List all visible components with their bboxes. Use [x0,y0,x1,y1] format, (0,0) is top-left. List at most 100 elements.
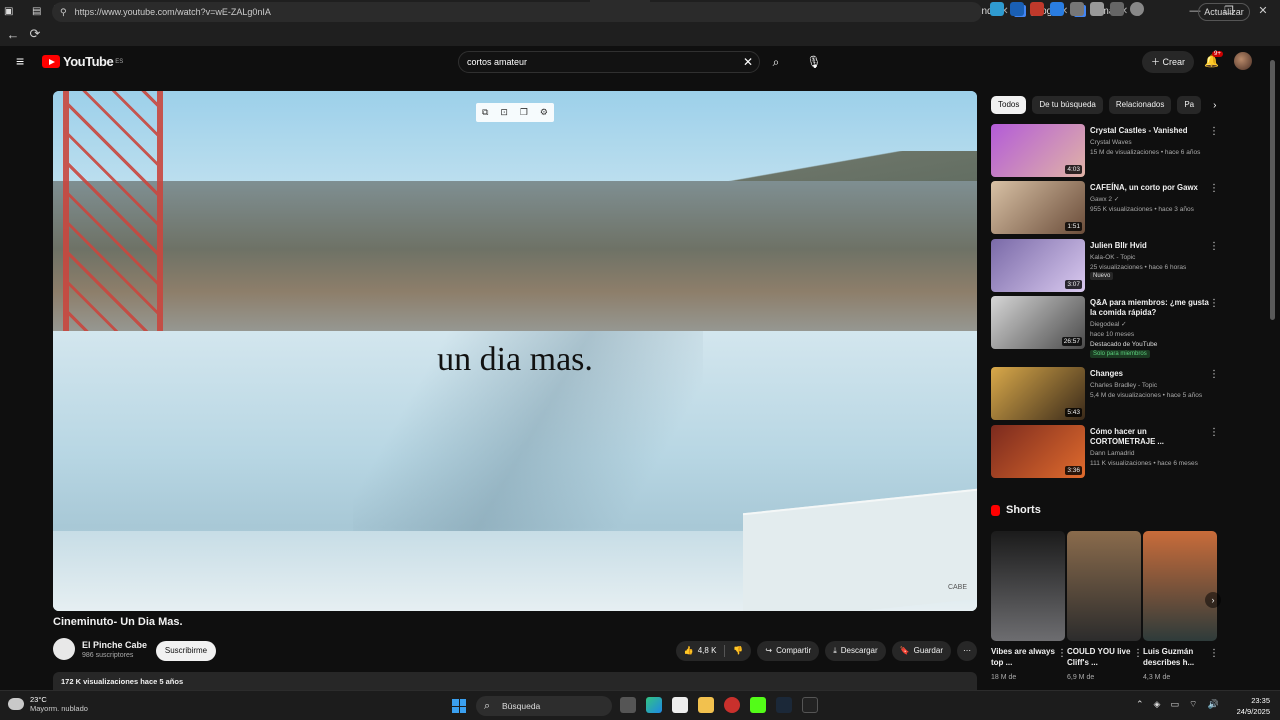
save-button[interactable]: 🔖 Guardar [891,641,951,661]
short-title[interactable]: Luis Guzmán describes h... [1143,646,1209,668]
chevron-right-icon[interactable]: › [1213,100,1216,111]
video-thumbnail[interactable]: 3:36 [991,425,1085,478]
file-explorer-icon[interactable] [698,697,714,713]
windows-start-icon[interactable] [452,699,466,713]
back-button[interactable]: ← [2,27,24,42]
app-icon[interactable] [802,697,818,713]
more-options-icon[interactable]: ⋮ [1209,241,1219,252]
chrome-icon[interactable] [724,697,740,713]
edge-icon[interactable] [646,697,662,713]
recommended-channel[interactable]: Dann Lamadrid [1090,449,1134,459]
more-options-icon[interactable]: ⋮ [1209,427,1219,438]
tab-actions-icon[interactable]: ▤ [28,0,50,22]
extension-icon[interactable] [1030,2,1044,16]
extension-icon[interactable] [990,2,1004,16]
workspaces-icon[interactable]: ▣ [0,0,28,22]
weather-widget[interactable]: 23°C Mayorm. nublado [8,695,88,713]
recommended-video-title[interactable]: Cómo hacer un CORTOMETRAJE ... [1090,427,1210,447]
profile-icon[interactable] [1130,2,1144,16]
more-options-icon[interactable]: ⋮ [1209,183,1219,194]
task-view-icon[interactable] [620,697,636,713]
search-input[interactable]: cortos amateur ✕ [458,51,760,73]
more-options-icon[interactable]: ⋮ [1057,648,1067,659]
url-field[interactable]: ⚲ https://www.youtube.com/watch?v=wE-ZAL… [52,2,982,22]
recommended-video-title[interactable]: Julien Bllr Hvid [1090,241,1210,251]
app-icon[interactable] [750,697,766,713]
chip-todos[interactable]: Todos [991,96,1027,114]
download-button[interactable]: ⤓ Descargar [825,641,886,661]
recommended-video-title[interactable]: Q&A para miembros: ¿me gusta la comida r… [1090,298,1210,318]
short-title[interactable]: COULD YOU live Cliff's ... [1067,646,1133,668]
more-options-icon[interactable]: ⋮ [1209,648,1219,659]
chip-partial[interactable]: Pa [1177,96,1202,114]
more-actions-button[interactable]: ⋯ [957,641,977,661]
picture-in-picture-icon[interactable]: ⧉ [482,107,488,118]
recommended-channel[interactable]: Charles Bradley - Topic [1090,381,1157,391]
short-thumbnail[interactable] [991,531,1065,641]
video-thumbnail[interactable]: 5:43 [991,367,1085,420]
copy-icon[interactable]: ❐ [520,107,528,118]
recommended-channel[interactable]: Gawx 2 ✓ [1090,195,1119,205]
more-options-icon[interactable]: ⋮ [1209,369,1219,380]
chip-relacionados[interactable]: Relacionados [1108,96,1172,114]
recommended-video-title[interactable]: Crystal Castles - Vanished [1090,126,1210,136]
more-options-icon[interactable]: ⋮ [1209,126,1219,137]
shorts-next-button[interactable]: › [1205,592,1221,608]
recommended-channel[interactable]: Kala-OK - Topic [1090,253,1135,263]
video-thumbnail[interactable]: 26:57 [991,296,1085,349]
create-button[interactable]: ＋ Crear [1142,51,1194,73]
puzzle-icon[interactable] [1090,2,1104,16]
channel-name[interactable]: El Pinche Cabe [82,640,147,650]
close-window-button[interactable]: ✕ [1246,0,1280,22]
recommended-video[interactable]: 26:57 Q&A para miembros: ¿me gusta la com… [991,296,1221,358]
steam-icon[interactable] [776,697,792,713]
like-button[interactable]: 👍 4,8 K 👎 [675,641,752,661]
app-tray-icon[interactable]: ◈ [1154,699,1161,710]
video-player[interactable]: un dia mas. ⧉ ⊡ ❐ ⚙ CABE [53,91,977,611]
short-thumbnail[interactable] [1143,531,1217,641]
channel-avatar[interactable] [53,638,75,660]
scrollbar-thumb[interactable] [1270,60,1275,320]
recommended-video[interactable]: 3:07 Julien Bllr Hvid Kala-OK - Topic 25 vi… [991,239,1221,293]
settings-icon[interactable]: ⚙ [540,107,548,118]
recommended-video-title[interactable]: CAFEÍNA, un corto por Gawx [1090,183,1210,193]
extension-icon[interactable] [1050,2,1064,16]
recommended-video[interactable]: 3:36 Cómo hacer un CORTOMETRAJE ... Dann L… [991,425,1221,479]
search-icon[interactable]: ⌕ [762,51,790,73]
short-title[interactable]: Vibes are always top ... [991,646,1057,668]
volume-icon[interactable]: 🔊 [1207,699,1218,710]
subscribe-button[interactable]: Suscribirme [156,641,216,661]
recommended-channel[interactable]: Diegodeal ✓ [1090,320,1127,330]
dislike-button[interactable]: 👎 [733,641,743,661]
recommended-video[interactable]: 1:51 CAFEÍNA, un corto por Gawx Gawx 2 ✓ 95… [991,181,1221,235]
reload-button[interactable]: ⟳ [24,26,46,42]
network-icon[interactable]: ▭ [1170,699,1179,710]
recommended-channel[interactable]: Crystal Waves [1090,138,1132,148]
short-thumbnail[interactable] [1067,531,1141,641]
popout-icon[interactable]: ⊡ [500,107,508,118]
chevron-up-icon[interactable]: ⌃ [1136,699,1144,710]
menu-icon[interactable]: ≡ [16,54,30,68]
video-thumbnail[interactable]: 1:51 [991,181,1085,234]
description-box[interactable]: 172 K visualizaciones hace 5 años [53,672,977,690]
avatar[interactable] [1234,52,1252,70]
wifi-icon[interactable]: ⌔ [1189,699,1197,710]
favorites-icon[interactable] [1110,2,1124,16]
store-icon[interactable] [672,697,688,713]
microphone-icon[interactable]: 🎙 [802,51,826,73]
more-options-icon[interactable]: ⋮ [1133,648,1143,659]
more-options-icon[interactable]: ⋮ [1209,298,1219,309]
recommended-video-title[interactable]: Changes [1090,369,1210,379]
taskbar-search[interactable]: Búsqueda [476,696,612,716]
extension-icon[interactable] [1010,2,1024,16]
chip-de-tu-busqueda[interactable]: De tu búsqueda [1032,96,1103,114]
youtube-logo[interactable]: YouTube ES [42,54,123,69]
recommended-video[interactable]: 4:03 Crystal Castles - Vanished Crystal Wa… [991,124,1221,178]
notifications-icon[interactable]: 🔔 9+ [1204,51,1223,68]
recommended-video[interactable]: 5:43 Changes Charles Bradley - Topic 5,4 M … [991,367,1221,421]
extension-icon[interactable] [1070,2,1084,16]
clear-search-icon[interactable]: ✕ [743,52,753,72]
video-thumbnail[interactable]: 3:07 [991,239,1085,292]
update-browser-button[interactable]: Actualizar [1198,3,1250,21]
site-info-icon[interactable]: ⚲ [60,7,67,18]
